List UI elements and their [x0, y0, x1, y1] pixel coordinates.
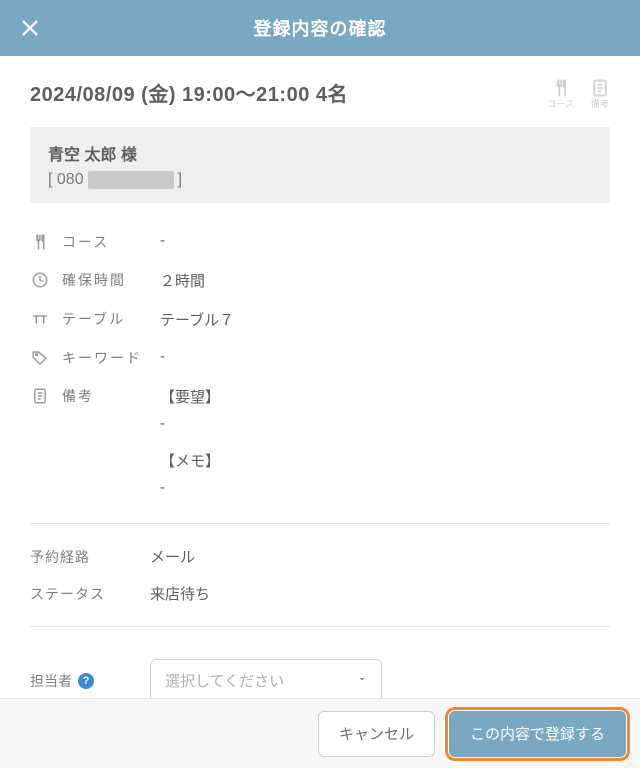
keyword-label: キーワード — [62, 348, 148, 368]
row-remarks: 備考 【要望】 - 【メモ】 - — [30, 377, 610, 509]
route-value: メール — [150, 546, 195, 567]
cancel-button[interactable]: キャンセル — [318, 711, 435, 757]
phone-prefix: [ 080 — [48, 171, 84, 189]
modal-footer: キャンセル この内容で登録する — [0, 698, 640, 768]
phone-suffix: ] — [178, 171, 182, 189]
modal-title: 登録内容の確認 — [254, 15, 387, 41]
cutlery-icon — [30, 232, 50, 252]
help-icon[interactable]: ? — [78, 673, 94, 689]
keyword-value: - — [160, 348, 165, 365]
summary-row: 2024/08/09 (金) 19:00～21:00 4名 コース 備考 — [30, 78, 610, 109]
remarks-label: 備考 — [62, 386, 148, 406]
note-icon — [30, 386, 50, 406]
note-icon — [590, 78, 610, 98]
close-button[interactable] — [18, 16, 42, 40]
tag-icon — [30, 348, 50, 368]
hold-label: 確保時間 — [62, 270, 148, 290]
reservation-datetime: 2024/08/09 (金) 19:00～21:00 4名 — [30, 78, 348, 107]
row-course: コース - — [30, 223, 610, 261]
table-icon — [30, 309, 50, 329]
route-label: 予約経路 — [30, 547, 150, 567]
remarks-request-heading: 【要望】 — [160, 386, 220, 407]
mini-icons: コース 備考 — [547, 78, 610, 109]
mini-course: コース — [547, 78, 574, 109]
customer-name: 青空 太郎 様 — [48, 141, 592, 165]
row-route: 予約経路 メール — [30, 538, 610, 575]
clock-icon — [30, 270, 50, 290]
course-label: コース — [62, 232, 148, 252]
modal-body: 2024/08/09 (金) 19:00～21:00 4名 コース 備考 — [0, 56, 640, 713]
cutlery-icon — [551, 78, 571, 98]
row-table: テーブル テーブル７ — [30, 300, 610, 339]
close-icon — [19, 17, 41, 39]
row-keyword: キーワード - — [30, 339, 610, 377]
hold-value: ２時間 — [160, 270, 205, 291]
table-value: テーブル７ — [160, 309, 234, 330]
remarks-memo-heading: 【メモ】 — [160, 450, 220, 471]
remarks-request-value: - — [160, 415, 220, 432]
customer-card: 青空 太郎 様 [ 080 ] — [30, 127, 610, 203]
table-label: テーブル — [62, 309, 148, 329]
customer-phone: [ 080 ] — [48, 171, 592, 189]
confirm-registration-modal: 登録内容の確認 2024/08/09 (金) 19:00～21:00 4名 コー… — [0, 0, 640, 768]
status-label: ステータス — [30, 584, 150, 604]
phone-masked — [88, 171, 174, 189]
assignee-select[interactable]: 選択してください — [150, 659, 382, 703]
assignee-label-wrap: 担当者 ? — [30, 671, 150, 691]
modal-header: 登録内容の確認 — [0, 0, 640, 56]
status-value: 来店待ち — [150, 583, 210, 604]
remarks-memo-value: - — [160, 479, 220, 496]
row-status: ステータス 来店待ち — [30, 575, 610, 612]
mini-course-label: コース — [547, 100, 574, 109]
course-value: - — [160, 232, 165, 249]
separator — [30, 523, 610, 524]
mini-remarks-label: 備考 — [591, 100, 609, 109]
assignee-label: 担当者 — [30, 671, 72, 691]
separator — [30, 626, 610, 627]
row-hold-time: 確保時間 ２時間 — [30, 261, 610, 300]
assignee-select-wrap: 選択してください — [150, 659, 382, 703]
submit-button[interactable]: この内容で登録する — [449, 711, 626, 757]
mini-remarks: 備考 — [590, 78, 610, 109]
remarks-block: 【要望】 - 【メモ】 - — [160, 386, 220, 500]
